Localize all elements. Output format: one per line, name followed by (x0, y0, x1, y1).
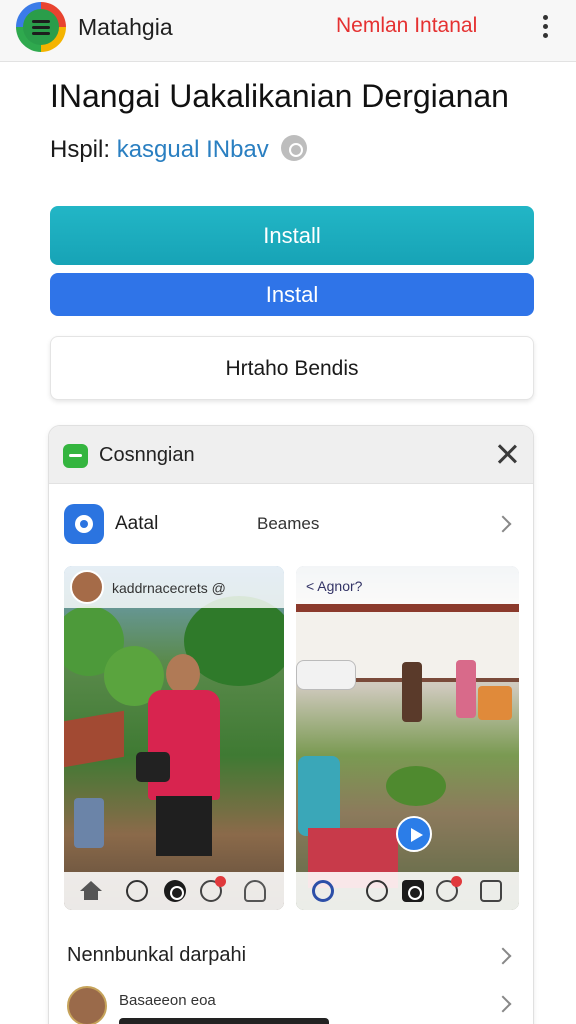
profile-icon (244, 880, 266, 902)
content-card: Cosnngian Aatal Beames kaddrnacecrets @ (48, 425, 534, 1024)
chat-bubble-icon (366, 880, 388, 902)
home-icon (80, 881, 102, 900)
screenshot-label: < Agnor? (306, 578, 363, 594)
notification-icon (200, 876, 226, 902)
house-roof-graphic (64, 710, 124, 768)
list-item-title: Nennbunkal darpahi (67, 944, 247, 966)
list-item-basaeeon[interactable]: Basaeeon eoa (49, 982, 533, 1024)
circle-icon (312, 880, 334, 902)
chevron-right-icon (494, 995, 512, 1013)
developer-line: Hspil: kasgual INbav (50, 135, 308, 164)
close-icon[interactable] (495, 442, 519, 466)
screenshot-label: kaddrnacecrets @ (112, 580, 226, 596)
info-icon[interactable] (281, 135, 308, 161)
person-photo (136, 654, 224, 856)
screenshot-left[interactable]: kaddrnacecrets @ (64, 566, 284, 910)
car-graphic (296, 660, 356, 690)
screenshot-nav-bar (296, 872, 519, 910)
screenshot-header: < Agnor? (296, 566, 519, 604)
card-header: Cosnngian (49, 426, 533, 484)
list-item-subtitle: Beames (257, 514, 320, 533)
menu-icon (23, 9, 59, 45)
notification-icon (436, 876, 462, 902)
chat-icon (63, 444, 88, 468)
list-item-nennbunkal[interactable]: Nennbunkal darpahi (49, 930, 533, 978)
install-button[interactable]: Install (50, 206, 534, 265)
app-title: INangai Uakalikanian Dergianan (50, 78, 509, 114)
screenshot-nav-bar (64, 872, 284, 910)
play-icon[interactable] (396, 816, 432, 852)
app-name: Matahgia (78, 14, 173, 40)
card-title: Cosnngian (99, 444, 195, 466)
screenshot-right[interactable]: < Agnor? (296, 566, 519, 910)
camera-icon (164, 880, 186, 902)
avatar (70, 570, 104, 604)
developer-prefix: Hspil: (50, 136, 111, 163)
chair-graphic (298, 756, 340, 836)
compass-icon (64, 504, 104, 544)
gallery-icon (402, 880, 424, 902)
app-menu-logo[interactable] (16, 2, 66, 52)
list-item-title: Basaeeon eoa (119, 992, 216, 1009)
top-app-bar: Matahgia Nemlan Intanal (0, 0, 576, 62)
chevron-right-icon (494, 515, 512, 533)
secondary-action-button[interactable]: Hrtaho Bendis (50, 336, 534, 400)
bag-icon (480, 880, 502, 902)
more-vert-icon[interactable] (535, 14, 555, 40)
screenshot-header: kaddrnacecrets @ (64, 566, 284, 608)
chevron-right-icon (494, 947, 512, 965)
list-item-title: Aatal (115, 513, 159, 534)
chat-bubble-icon (126, 880, 148, 902)
developer-link[interactable]: kasgual INbav (117, 136, 269, 163)
instal-button[interactable]: Instal (50, 273, 534, 316)
avatar (67, 986, 107, 1024)
top-bar-link[interactable]: Nemlan Intanal (336, 14, 477, 38)
list-item-aatal[interactable]: Aatal Beames (49, 496, 533, 552)
list-item-subtitle-bar (119, 1018, 329, 1024)
